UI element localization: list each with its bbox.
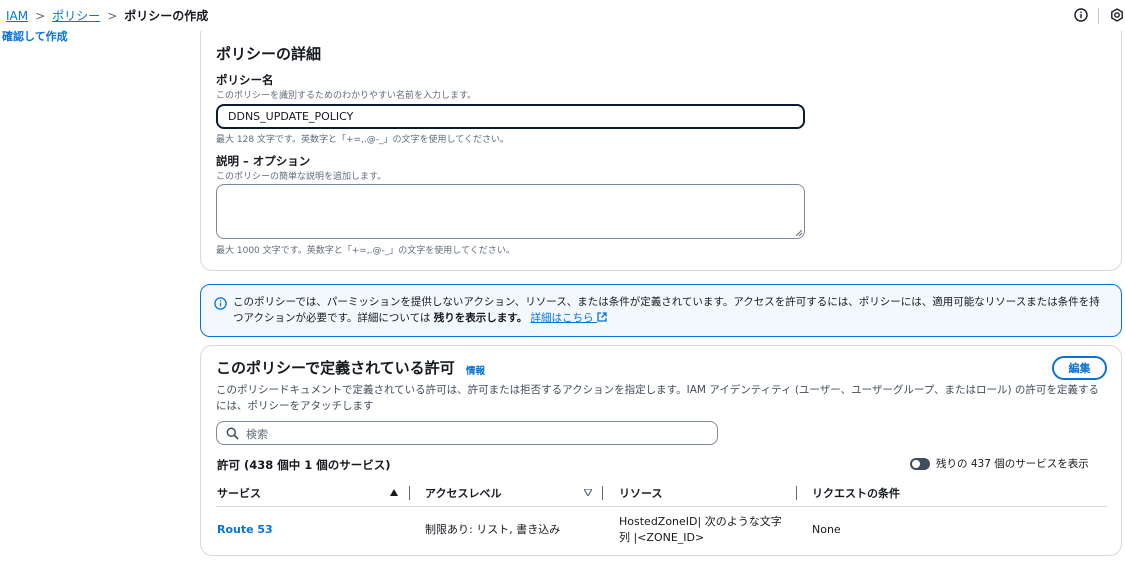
column-header-resource[interactable]: リソース <box>619 485 662 501</box>
row-resource-line2: 列 |<ZONE_ID> <box>619 531 705 544</box>
row-access-level: 制限あり: リスト, 書き込み <box>425 523 561 536</box>
row-resource: HostedZoneID| 次のような文字 列 |<ZONE_ID> <box>619 514 782 546</box>
breadcrumb-policies[interactable]: ポリシー <box>52 7 100 24</box>
alert-text: このポリシーでは、パーミッションを提供しないアクション、リソース、または条件が定… <box>233 296 1100 324</box>
sort-ascending-icon[interactable] <box>390 489 398 496</box>
row-resource-line1: HostedZoneID| 次のような文字 <box>619 515 782 528</box>
description-label: 説明 – オプション <box>216 154 311 168</box>
external-link-icon <box>597 312 607 322</box>
breadcrumb: IAM > ポリシー > ポリシーの作成 <box>6 7 208 24</box>
top-divider <box>1098 8 1099 24</box>
breadcrumb-separator-icon: > <box>107 8 118 23</box>
column-header-request-conditions[interactable]: リクエストの条件 <box>812 485 900 501</box>
info-icon <box>214 297 227 310</box>
table-header-divider <box>216 506 1107 507</box>
policy-details-title: ポリシーの詳細 <box>216 45 322 63</box>
show-remaining-label[interactable]: 残りの 437 個のサービスを表示 <box>936 456 1089 471</box>
top-bar: IAM > ポリシー > ポリシーの作成 <box>0 0 1125 32</box>
learn-more-label: 詳細はこちら <box>530 312 594 324</box>
edit-button[interactable]: 編集 <box>1052 356 1107 380</box>
column-divider <box>602 486 603 500</box>
description-textarea[interactable] <box>216 184 805 239</box>
row-request-condition: None <box>812 523 841 536</box>
search-icon <box>226 427 239 440</box>
column-divider <box>409 486 410 500</box>
resize-handle-icon[interactable] <box>796 230 802 236</box>
policy-name-input[interactable]: DDNS_UPDATE_POLICY <box>216 104 805 129</box>
permissions-count-title: 許可 (438 個中 1 個のサービス) <box>217 458 391 472</box>
wizard-step-review-create[interactable]: 確認して作成 <box>2 28 68 44</box>
description-constraint: 最大 1000 文字です。英数字と「+=,.@-_」の文字を使用してください。 <box>216 246 515 256</box>
alert-message: このポリシーでは、パーミッションを提供しないアクション、リソース、または条件が定… <box>233 294 1103 326</box>
info-icon[interactable] <box>1074 8 1088 22</box>
policy-name-constraint: 最大 128 文字です。英数字と「+=,.@-_」の文字を使用してください。 <box>216 135 510 145</box>
policy-name-description: このポリシーを識別するためのわかりやすい名前を入力します。 <box>216 91 477 101</box>
show-remaining-toggle[interactable] <box>910 458 930 470</box>
column-divider <box>796 486 797 500</box>
policy-details-panel: ポリシーの詳細 ポリシー名 このポリシーを識別するためのわかりやすい名前を入力し… <box>200 31 1122 271</box>
info-alert: このポリシーでは、パーミッションを提供しないアクション、リソース、または条件が定… <box>200 284 1122 337</box>
info-link[interactable]: 情報 <box>466 363 485 377</box>
permissions-title: このポリシーで定義されている許可 <box>216 359 455 377</box>
policy-name-label: ポリシー名 <box>216 73 274 87</box>
permissions-panel: このポリシーで定義されている許可 情報 編集 このポリシードキュメントで定義され… <box>200 345 1122 556</box>
learn-more-link[interactable]: 詳細はこちら <box>531 312 607 324</box>
alert-show-more: 残りを表示します。 <box>433 312 528 324</box>
settings-icon[interactable] <box>1110 8 1124 22</box>
column-header-service[interactable]: サービス <box>217 485 261 501</box>
search-placeholder: 検索 <box>246 428 268 441</box>
permissions-description: このポリシードキュメントで定義されている許可は、許可または拒否するアクションを指… <box>216 384 1099 412</box>
sort-descending-icon[interactable] <box>584 489 592 496</box>
breadcrumb-current: ポリシーの作成 <box>124 9 209 23</box>
row-service-link[interactable]: Route 53 <box>217 522 273 538</box>
column-header-access-level[interactable]: アクセスレベル <box>425 485 501 501</box>
toggle-knob <box>912 460 920 468</box>
breadcrumb-separator-icon: > <box>35 8 46 23</box>
breadcrumb-iam[interactable]: IAM <box>6 9 28 23</box>
search-input[interactable]: 検索 <box>216 421 718 445</box>
description-hint: このポリシーの簡単な説明を追加します。 <box>216 172 387 182</box>
